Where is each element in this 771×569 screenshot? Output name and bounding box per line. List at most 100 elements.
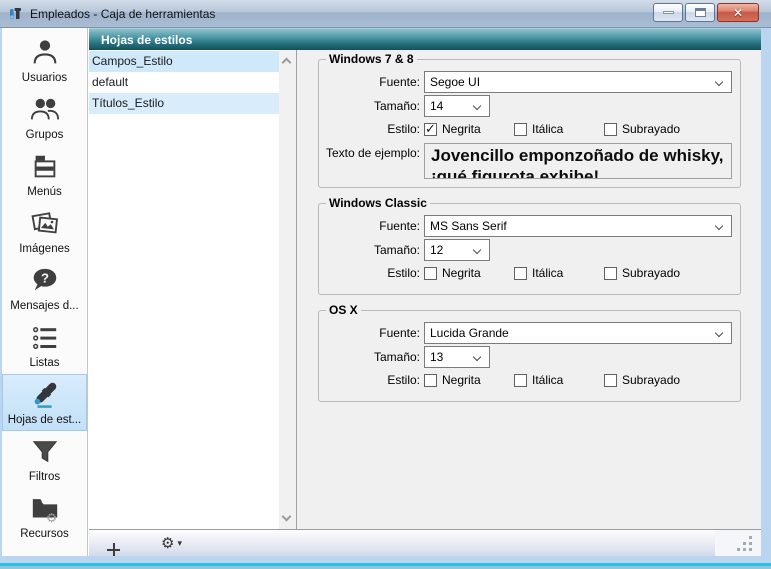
user-icon [27, 37, 63, 69]
window-controls: ✕ [653, 3, 759, 22]
minimize-button[interactable] [653, 3, 683, 22]
bold-checkbox[interactable]: Negrita [424, 266, 514, 280]
sidebar-item-label: Hojas de est... [8, 414, 82, 426]
section-os-x: OS X Fuente: Lucida Grande Tamaño: 13 [318, 310, 741, 402]
bold-checkbox[interactable]: Negrita [424, 373, 514, 387]
font-select[interactable]: Segoe UI [424, 71, 732, 93]
sidebar-item-recursos[interactable]: ⚙ Recursos [2, 488, 87, 545]
panel-header: Hojas de estilos [89, 28, 761, 50]
font-value: MS Sans Serif [430, 219, 507, 233]
maximize-icon [695, 8, 706, 17]
checkbox-label: Itálica [532, 373, 563, 387]
style-label: Estilo: [319, 373, 424, 387]
filter-icon [27, 436, 63, 468]
sidebar-item-label: Menús [27, 186, 62, 198]
size-select[interactable]: 12 [424, 239, 490, 261]
checkbox-icon [604, 374, 617, 387]
main-panel: Hojas de estilos Campos_Estilo default T… [89, 28, 761, 556]
group-title: OS X [326, 303, 361, 317]
size-value: 14 [430, 99, 443, 113]
checkbox-icon [424, 123, 437, 136]
font-label: Fuente: [319, 219, 424, 233]
italic-checkbox[interactable]: Itálica [514, 373, 604, 387]
list-item-label: Campos_Estilo [92, 54, 173, 68]
checkbox-label: Subrayado [622, 266, 680, 280]
sidebar-item-grupos[interactable]: Grupos [2, 89, 87, 146]
font-select[interactable]: Lucida Grande [424, 322, 732, 344]
sidebar-item-imagenes[interactable]: Imágenes [2, 203, 87, 260]
chevron-down-icon [473, 246, 481, 254]
scroll-down-icon[interactable] [282, 512, 292, 522]
checkbox-icon [514, 123, 527, 136]
resize-grip[interactable] [715, 530, 761, 556]
list-item-label: Títulos_Estilo [92, 96, 164, 110]
sidebar-item-listas[interactable]: Listas [2, 317, 87, 374]
chevron-down-icon [715, 222, 723, 230]
sidebar-item-label: Mensajes d... [10, 300, 78, 312]
sidebar-item-menus[interactable]: Menús [2, 146, 87, 203]
stylesheet-marker-icon [27, 379, 63, 411]
chevron-down-icon [473, 102, 481, 110]
list-item[interactable]: Títulos_Estilo [89, 93, 279, 114]
checkbox-label: Itálica [532, 266, 563, 280]
checkbox-icon [604, 123, 617, 136]
sidebar: Usuarios Grupos Menús Imágenes [2, 28, 88, 556]
list-item[interactable]: default [89, 72, 279, 93]
sample-text-box: Jovencillo emponzoñado de whisky, ¡qué f… [424, 143, 732, 179]
sample-label: Texto de ejemplo: [319, 143, 424, 160]
checkbox-icon [514, 267, 527, 280]
checkbox-label: Negrita [442, 266, 481, 280]
checkbox-label: Itálica [532, 122, 563, 136]
underline-checkbox[interactable]: Subrayado [604, 373, 680, 387]
gear-icon: ⚙ [161, 536, 174, 551]
settings-menu-button[interactable]: ⚙ ▾ [161, 536, 182, 551]
sidebar-item-label: Grupos [26, 129, 64, 141]
size-select[interactable]: 13 [424, 346, 490, 368]
minimize-icon [663, 11, 674, 14]
close-button[interactable]: ✕ [717, 3, 759, 22]
titlebar: Empleados - Caja de herramientas ✕ [0, 0, 771, 28]
group-title: Windows Classic [326, 196, 430, 210]
italic-checkbox[interactable]: Itálica [514, 122, 604, 136]
bold-checkbox[interactable]: Negrita [424, 122, 514, 136]
sidebar-item-filtros[interactable]: Filtros [2, 431, 87, 488]
underline-checkbox[interactable]: Subrayado [604, 266, 680, 280]
list-scrollbar[interactable] [279, 50, 296, 529]
style-details: Windows 7 & 8 Fuente: Segoe UI Tamaño: [297, 50, 761, 529]
list-item[interactable]: Campos_Estilo [89, 51, 279, 72]
size-value: 13 [430, 350, 443, 364]
style-label: Estilo: [319, 266, 424, 280]
checkbox-label: Subrayado [622, 122, 680, 136]
italic-checkbox[interactable]: Itálica [514, 266, 604, 280]
list-toolbar: ⚙ ▾ [89, 529, 761, 556]
sidebar-item-usuarios[interactable]: Usuarios [2, 32, 87, 89]
checkbox-icon [424, 267, 437, 280]
list-icon [27, 322, 63, 354]
sidebar-item-hojas-de-estilos[interactable]: Hojas de est... [2, 374, 87, 431]
checkbox-label: Negrita [442, 373, 481, 387]
svg-text:⚙: ⚙ [46, 511, 57, 524]
section-windows-classic: Windows Classic Fuente: MS Sans Serif Ta… [318, 203, 741, 295]
underline-checkbox[interactable]: Subrayado [604, 122, 680, 136]
caret-down-icon: ▾ [177, 539, 182, 548]
sidebar-item-label: Listas [29, 357, 59, 369]
font-value: Lucida Grande [430, 326, 509, 340]
message-question-icon: ? [27, 265, 63, 297]
scroll-up-icon[interactable] [282, 58, 292, 68]
maximize-button[interactable] [685, 3, 715, 22]
sidebar-item-label: Usuarios [22, 72, 67, 84]
size-value: 12 [430, 243, 443, 257]
panel-body: Campos_Estilo default Títulos_Estilo Win… [89, 50, 761, 529]
style-label: Estilo: [319, 122, 424, 136]
checkbox-label: Negrita [442, 122, 481, 136]
panel-header-title: Hojas de estilos [101, 33, 192, 47]
list-item-label: default [92, 75, 128, 89]
checkbox-icon [604, 267, 617, 280]
size-select[interactable]: 14 [424, 95, 490, 117]
chevron-down-icon [715, 329, 723, 337]
sample-text: Jovencillo emponzoñado de whisky, ¡qué f… [431, 146, 724, 179]
font-select[interactable]: MS Sans Serif [424, 215, 732, 237]
sidebar-item-mensajes[interactable]: ? Mensajes d... [2, 260, 87, 317]
sidebar-item-label: Filtros [29, 471, 60, 483]
svg-text:?: ? [40, 270, 48, 285]
